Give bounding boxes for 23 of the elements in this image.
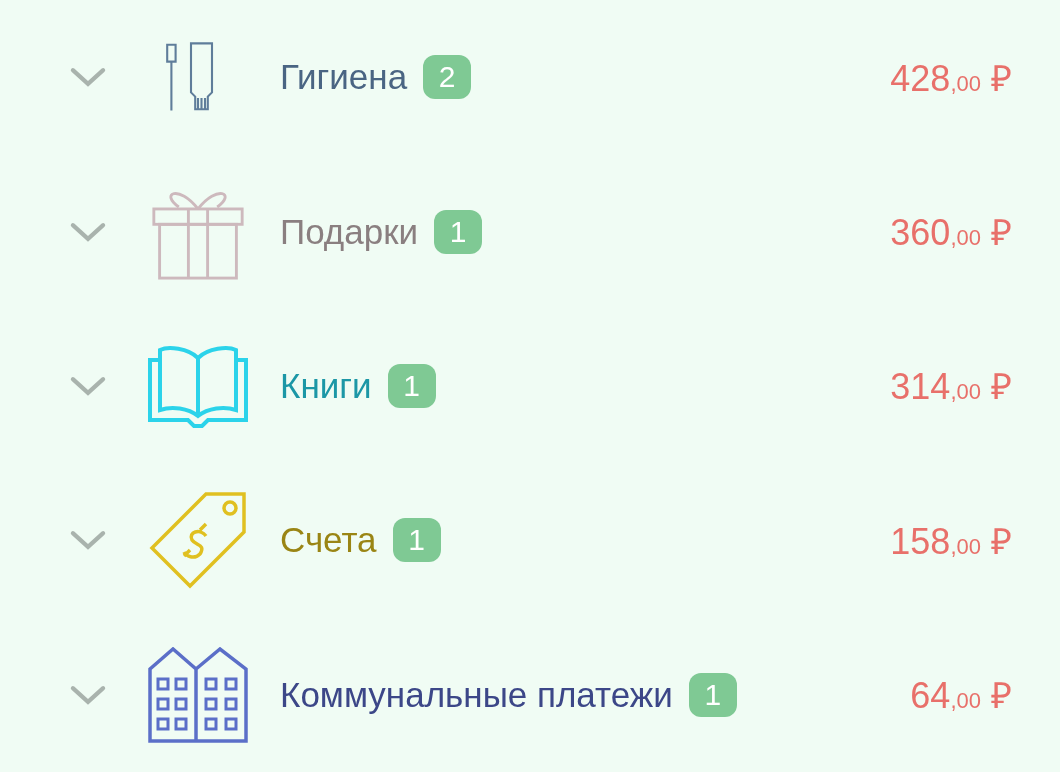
category-name: Коммунальные платежи — [280, 674, 673, 715]
amount: 314,00 ₽ — [890, 365, 1012, 410]
open-book-icon — [148, 343, 248, 428]
amount: 428,00 ₽ — [890, 56, 1012, 101]
chevron-down-icon[interactable] — [68, 220, 108, 243]
amount: 158,00 ₽ — [890, 519, 1012, 564]
chevron-down-icon[interactable] — [68, 529, 108, 552]
amount: 64,00 ₽ — [910, 674, 1012, 719]
count-badge: 2 — [423, 55, 472, 100]
category-name: Гигиена — [280, 57, 408, 98]
amount: 360,00 ₽ — [890, 211, 1012, 256]
price-tag-icon — [148, 490, 248, 591]
chevron-down-icon[interactable] — [68, 374, 108, 397]
chevron-down-icon[interactable] — [68, 683, 108, 706]
count-badge: 1 — [434, 209, 483, 254]
count-badge: 1 — [392, 518, 441, 563]
category-name: Книги — [280, 365, 372, 406]
category-name: Подарки — [280, 211, 419, 252]
building-icon — [148, 646, 248, 743]
count-badge: 1 — [688, 672, 737, 717]
count-badge: 1 — [387, 363, 436, 408]
chevron-down-icon[interactable] — [68, 66, 108, 89]
category-name: Счета — [280, 520, 377, 561]
